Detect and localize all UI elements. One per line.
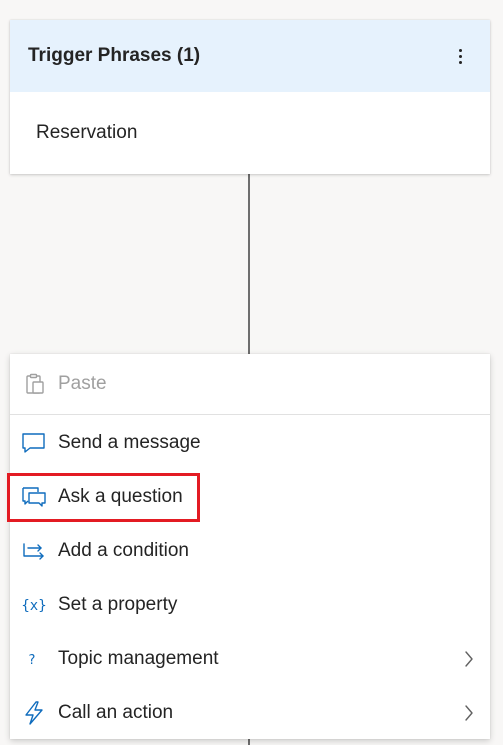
menu-item-label: Topic management	[58, 648, 219, 669]
menu-item-set-property[interactable]: {x} Set a property	[10, 579, 490, 631]
menu-item-label: Ask a question	[58, 486, 183, 507]
more-vertical-icon[interactable]	[448, 42, 472, 70]
menu-item-send-message[interactable]: Send a message	[10, 417, 490, 469]
trigger-card-header: Trigger Phrases (1)	[10, 20, 490, 92]
question-mark-icon: ?	[21, 646, 47, 672]
menu-item-call-action[interactable]: Call an action	[10, 687, 490, 739]
variable-braces-icon: {x}	[21, 592, 47, 618]
branch-arrow-icon	[21, 538, 47, 564]
clipboard-paste-icon	[21, 371, 47, 397]
menu-item-label: Call an action	[58, 702, 174, 723]
flow-connector-line	[248, 174, 250, 356]
chat-question-icon	[21, 484, 47, 510]
add-node-menu: Paste Send a message Ask a question Add …	[7, 354, 490, 739]
trigger-phrases-card[interactable]: Trigger Phrases (1) Reservation	[10, 20, 490, 174]
menu-item-ask-question[interactable]: Ask a question	[10, 471, 490, 523]
menu-item-topic-management[interactable]: ? Topic management	[10, 633, 490, 685]
menu-item-label: Set a property	[58, 594, 178, 615]
chevron-right-icon	[462, 649, 476, 669]
chevron-right-icon	[462, 703, 476, 723]
svg-text:?: ?	[29, 653, 36, 668]
menu-item-label: Add a condition	[58, 540, 189, 561]
svg-text:{x}: {x}	[21, 598, 46, 614]
menu-divider	[10, 414, 490, 415]
menu-item-paste[interactable]: Paste	[10, 358, 490, 410]
menu-item-label: Paste	[58, 373, 107, 394]
menu-item-add-condition[interactable]: Add a condition	[10, 525, 490, 577]
chat-bubble-icon	[21, 430, 47, 456]
trigger-phrase-text: Reservation	[36, 122, 138, 143]
lightning-bolt-icon	[21, 700, 47, 726]
menu-item-label: Send a message	[58, 432, 201, 453]
trigger-card-title: Trigger Phrases (1)	[28, 45, 201, 66]
